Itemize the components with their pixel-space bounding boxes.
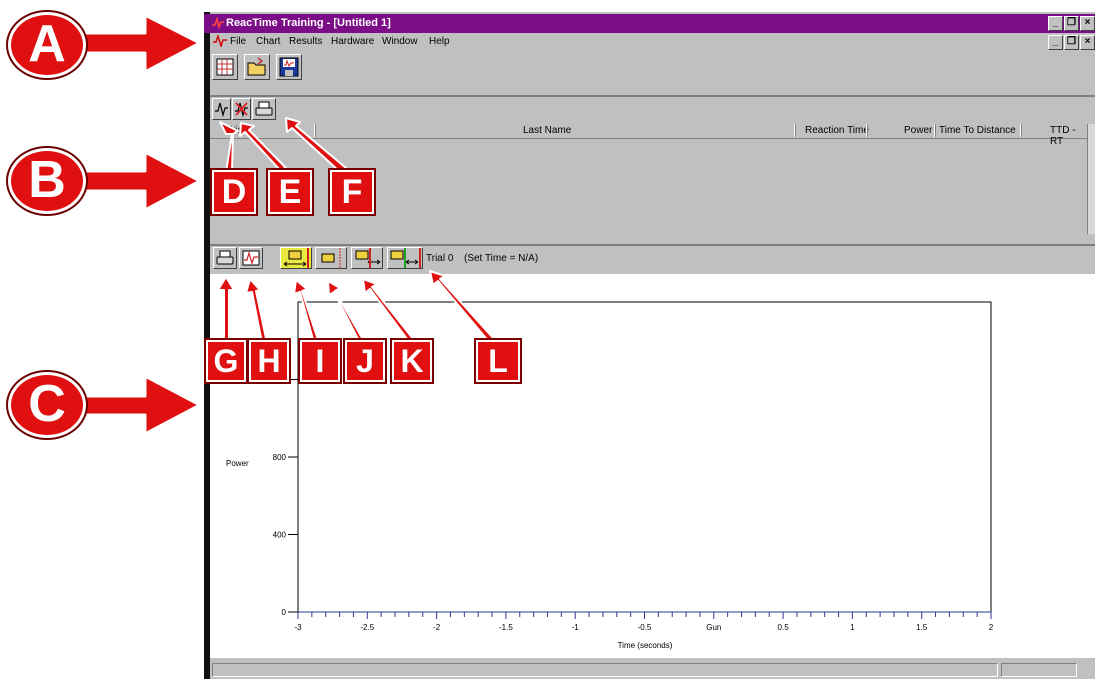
arrow-e-icon (239, 122, 287, 171)
arrow-f-icon (285, 117, 347, 173)
annotation-label-a: A (8, 12, 86, 78)
annotation-label-d: D (212, 170, 256, 214)
arrow-k-icon (362, 278, 415, 344)
arrow-g-icon (217, 276, 235, 344)
arrow-a-icon (78, 13, 202, 74)
annotation-label-e: E (268, 170, 312, 214)
annotation-label-l: L (476, 340, 520, 382)
annotation-label-c: C (8, 372, 86, 438)
annotation-arrows (78, 13, 495, 436)
arrow-d-icon (219, 121, 239, 173)
annotation-label-i: I (300, 340, 340, 382)
arrow-h-icon (245, 278, 268, 344)
annotation-label-h: H (249, 340, 289, 382)
arrow-c-icon (78, 374, 202, 436)
arrow-i-icon (293, 279, 320, 344)
annotation-label-g: G (206, 340, 246, 382)
arrow-l-icon (429, 270, 495, 344)
arrow-j-icon (327, 280, 366, 344)
annotation-label-k: K (392, 340, 432, 382)
annotation-label-f: F (330, 170, 374, 214)
arrow-b-icon (78, 150, 202, 212)
annotation-label-j: J (345, 340, 385, 382)
annotation-label-b: B (8, 148, 86, 214)
